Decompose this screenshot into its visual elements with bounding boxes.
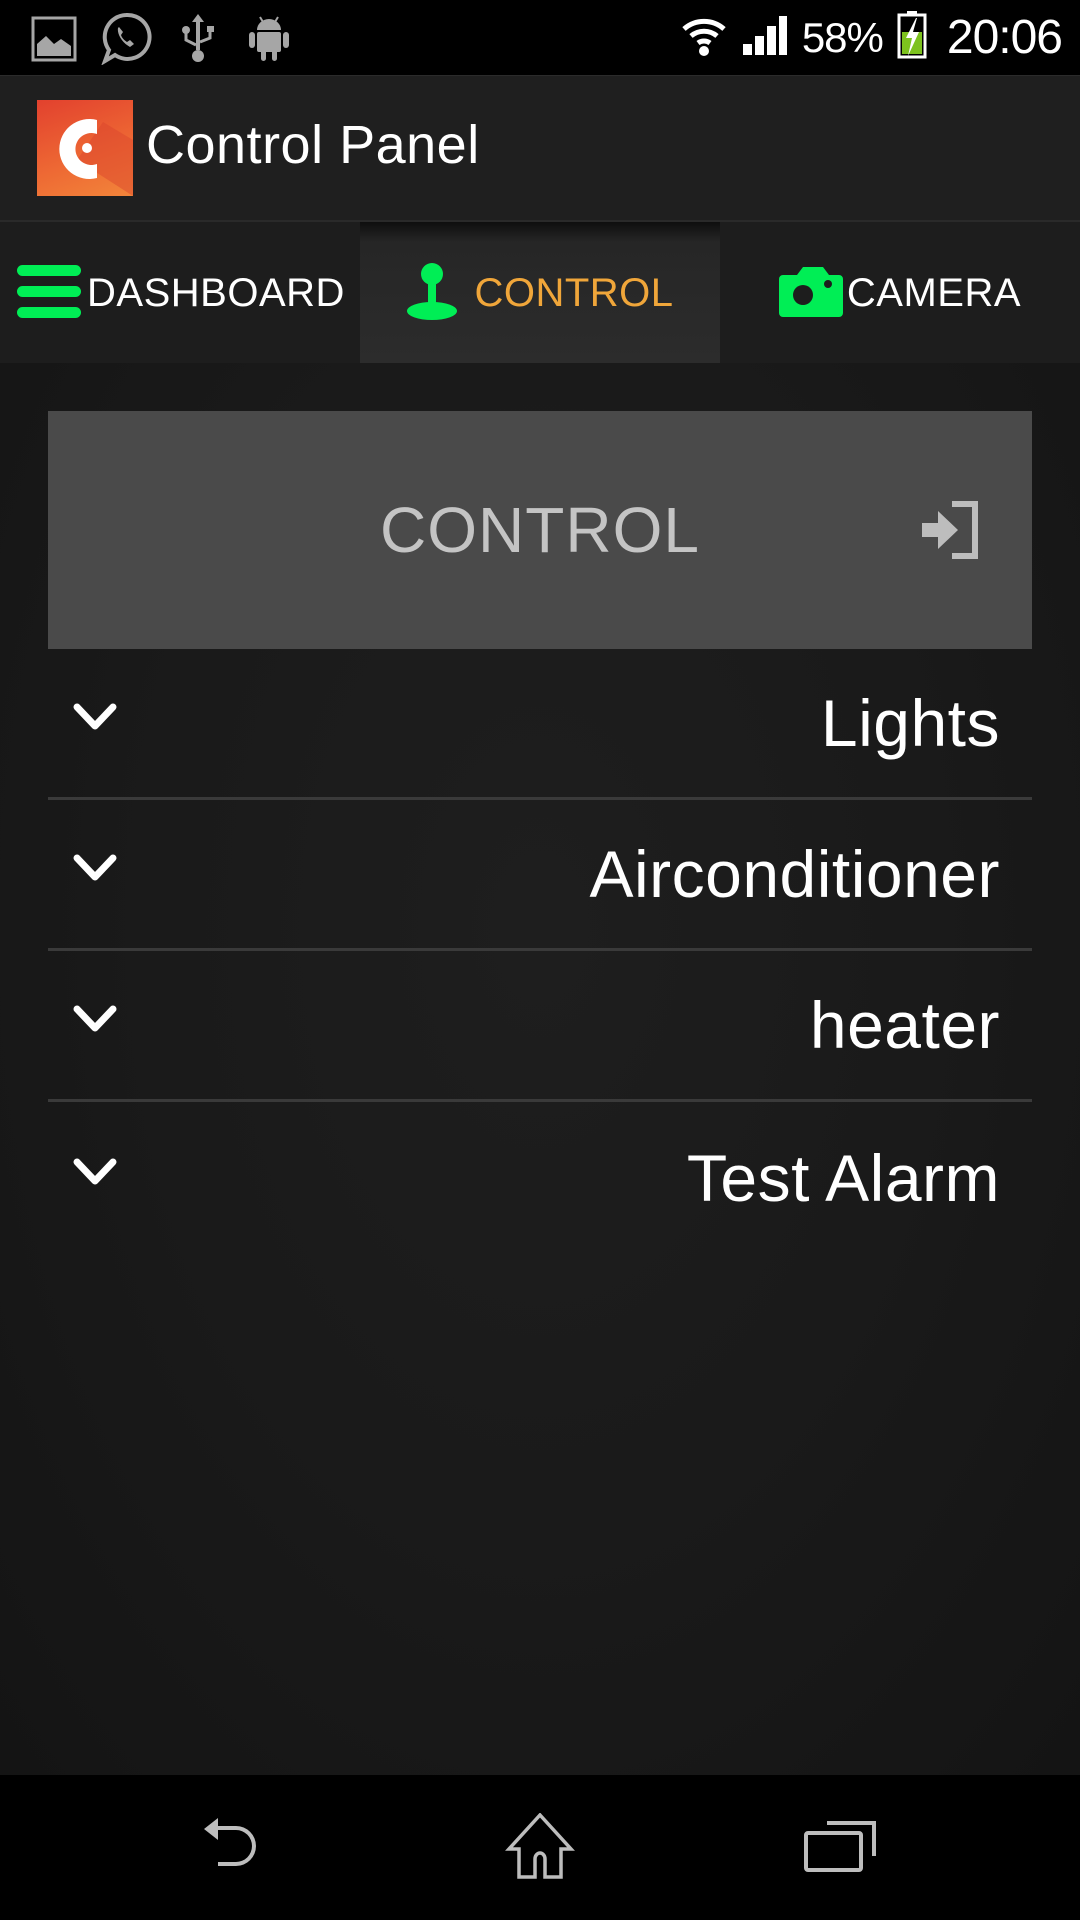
list-item-label: Lights <box>820 686 1000 760</box>
status-right-group: 58% 20:06 <box>680 0 1063 75</box>
recents-icon <box>803 1820 877 1877</box>
app-title: Control Panel <box>146 115 480 175</box>
clock: 20:06 <box>946 11 1063 64</box>
login-icon[interactable] <box>922 499 982 561</box>
home-button[interactable] <box>480 1806 600 1890</box>
list-item-airconditioner[interactable]: Airconditioner <box>48 800 1032 951</box>
list-item-test-alarm[interactable]: Test Alarm <box>48 1102 1032 1253</box>
camera-icon <box>778 265 843 322</box>
battery-percent: 58% <box>801 13 884 61</box>
battery-charging-icon <box>897 10 927 65</box>
app-logo-icon <box>37 100 133 196</box>
control-section-title: CONTROL <box>380 494 700 566</box>
tab-bar: DASHBOARD CONTROL CAMERA <box>0 220 1080 365</box>
list-item-heater[interactable]: heater <box>48 951 1032 1102</box>
usb-icon <box>178 12 218 64</box>
list-item-label: Airconditioner <box>589 837 1000 911</box>
list-item-label: heater <box>809 988 1000 1062</box>
system-nav-bar <box>0 1776 1080 1920</box>
tab-camera-label: CAMERA <box>846 271 1022 315</box>
home-icon <box>505 1811 575 1884</box>
control-section-header[interactable]: CONTROL <box>48 411 1032 649</box>
back-icon <box>202 1817 278 1879</box>
gallery-icon <box>28 12 80 64</box>
whatsapp-icon <box>98 12 154 65</box>
back-button[interactable] <box>180 1806 300 1890</box>
recents-button[interactable] <box>780 1806 900 1890</box>
chevron-down-icon <box>72 1156 118 1190</box>
list-item-lights[interactable]: Lights <box>48 649 1032 800</box>
chevron-down-icon <box>72 701 118 735</box>
joystick-icon <box>406 261 458 326</box>
signal-icon <box>742 14 788 61</box>
android-icon <box>244 12 294 64</box>
menu-icon <box>15 263 83 324</box>
tab-dashboard[interactable]: DASHBOARD <box>0 222 360 365</box>
content-area: CONTROL Lights Airconditioner heater Tes… <box>0 363 1080 1775</box>
tab-control[interactable]: CONTROL <box>360 222 720 365</box>
chevron-down-icon <box>72 1003 118 1037</box>
tab-dashboard-label: DASHBOARD <box>87 271 345 315</box>
wifi-icon <box>680 13 728 62</box>
tab-control-label: CONTROL <box>474 271 674 315</box>
control-list: Lights Airconditioner heater Test Alarm <box>48 649 1032 1253</box>
list-item-label: Test Alarm <box>686 1140 1000 1215</box>
chevron-down-icon <box>72 852 118 886</box>
status-bar: 58% 20:06 <box>0 0 1080 75</box>
tab-camera[interactable]: CAMERA <box>720 222 1080 365</box>
app-bar: Control Panel <box>0 75 1080 220</box>
